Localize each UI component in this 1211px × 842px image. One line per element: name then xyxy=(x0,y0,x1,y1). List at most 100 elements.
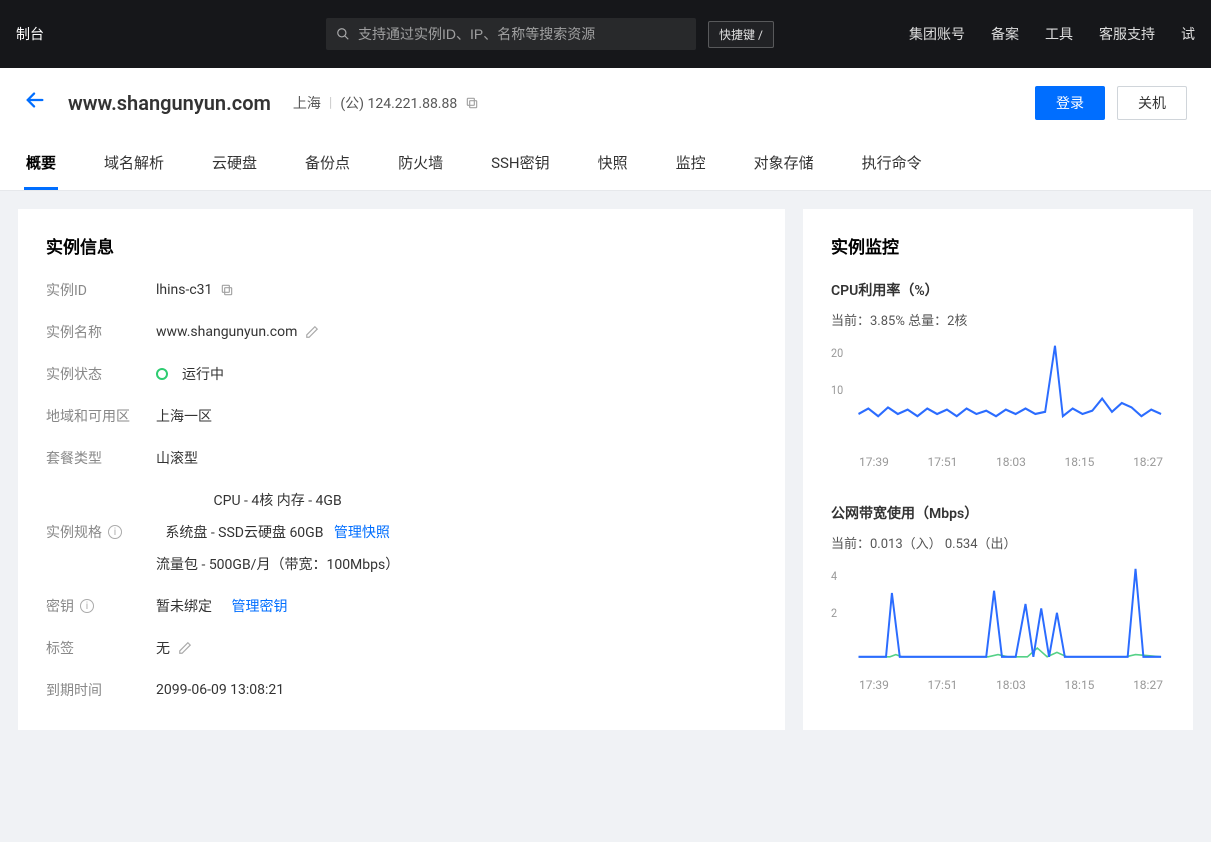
spec-disk: 系统盘 - SSD云硬盘 60GB xyxy=(165,525,323,541)
x-tick: 18:27 xyxy=(1133,678,1163,692)
info-icon[interactable]: i xyxy=(80,599,94,613)
login-button[interactable]: 登录 xyxy=(1035,86,1105,120)
label: 地域和可用区 xyxy=(46,406,156,426)
x-tick: 17:51 xyxy=(928,678,958,692)
bw-x-ticks: 17:39 17:51 18:03 18:15 18:27 xyxy=(831,674,1165,692)
topbar: 制台 快捷键 / 集团账号 备案 工具 客服支持 试 xyxy=(0,0,1211,68)
spec-cpu-mem: CPU - 4核 内存 - 4GB xyxy=(214,490,342,510)
x-tick: 17:51 xyxy=(928,455,958,469)
instance-info-panel: 实例信息 实例ID lhins-c31 实例名称 www.shangunyun.… xyxy=(18,209,785,730)
label: 实例名称 xyxy=(46,322,156,342)
tab-overview[interactable]: 概要 xyxy=(24,142,58,190)
region-label: 上海 xyxy=(293,93,321,113)
manage-key-link[interactable]: 管理密钥 xyxy=(231,596,287,616)
spec-traffic: 流量包 - 500GB/月（带宽：100Mbps） xyxy=(156,554,399,574)
row-package: 套餐类型 山滚型 xyxy=(46,448,757,468)
tab-exec[interactable]: 执行命令 xyxy=(860,142,924,190)
tabs: 概要 域名解析 云硬盘 备份点 防火墙 SSH密钥 快照 监控 对象存储 执行命… xyxy=(24,142,1187,190)
label: 到期时间 xyxy=(46,680,156,700)
x-tick: 18:15 xyxy=(1065,678,1095,692)
shortcut-badge: 快捷键 / xyxy=(708,21,774,48)
y-tick: 10 xyxy=(831,383,843,398)
search-input[interactable] xyxy=(358,26,686,42)
label: 套餐类型 xyxy=(46,448,156,468)
x-tick: 18:15 xyxy=(1065,455,1095,469)
page-title: www.shangunyun.com xyxy=(68,91,271,115)
cpu-chart: 20 10 xyxy=(831,337,1165,447)
status-dot-icon xyxy=(156,368,168,380)
value: www.shangunyun.com xyxy=(156,324,297,340)
row-tag: 标签 无 xyxy=(46,638,757,658)
y-tick: 2 xyxy=(831,606,838,621)
tab-dns[interactable]: 域名解析 xyxy=(102,142,166,190)
label: 实例规格 xyxy=(46,522,102,542)
value: 暂未绑定 xyxy=(156,596,212,616)
tab-firewall[interactable]: 防火墙 xyxy=(396,142,445,190)
tab-snapshot[interactable]: 快照 xyxy=(596,142,630,190)
panel-title: 实例信息 xyxy=(46,233,757,258)
row-instance-id: 实例ID lhins-c31 xyxy=(46,280,757,300)
bw-chart-subtitle: 当前：0.013（入） 0.534（出） xyxy=(831,533,1165,552)
x-tick: 17:39 xyxy=(859,678,889,692)
cpu-chart-title: CPU利用率（%） xyxy=(831,280,1165,300)
content: 实例信息 实例ID lhins-c31 实例名称 www.shangunyun.… xyxy=(0,191,1211,748)
pencil-icon[interactable] xyxy=(178,641,192,655)
console-label: 制台 xyxy=(16,24,326,44)
label: 实例ID xyxy=(46,280,156,300)
ip-label: (公) 124.221.88.88 xyxy=(340,93,457,113)
value: 山滚型 xyxy=(156,448,198,468)
x-tick: 18:03 xyxy=(996,678,1026,692)
panel-title: 实例监控 xyxy=(831,233,1165,258)
info-icon[interactable]: i xyxy=(108,525,122,539)
x-tick: 18:03 xyxy=(996,455,1026,469)
header-actions: 登录 关机 xyxy=(1035,86,1187,120)
manage-snapshot-link[interactable]: 管理快照 xyxy=(334,525,390,541)
value: 上海一区 xyxy=(156,406,212,426)
value: 无 xyxy=(156,638,170,658)
row-spec: 实例规格 i CPU - 4核 内存 - 4GB 系统盘 - SSD云硬盘 60… xyxy=(46,490,757,574)
topbar-link[interactable]: 客服支持 xyxy=(1099,24,1155,44)
bw-chart: 4 2 xyxy=(831,560,1165,670)
x-tick: 17:39 xyxy=(859,455,889,469)
topbar-link[interactable]: 集团账号 xyxy=(909,24,965,44)
search-box[interactable] xyxy=(326,18,696,50)
cpu-chart-subtitle: 当前：3.85% 总量：2核 xyxy=(831,310,1165,329)
value: 2099-06-09 13:08:21 xyxy=(156,682,284,698)
row-status: 实例状态 运行中 xyxy=(46,364,757,384)
pencil-icon[interactable] xyxy=(305,325,319,339)
copy-icon[interactable] xyxy=(465,96,479,110)
value: lhins-c31 xyxy=(156,282,212,298)
bw-in-line xyxy=(859,648,1162,657)
copy-icon[interactable] xyxy=(220,283,234,297)
value: 运行中 xyxy=(182,364,224,384)
label: 实例状态 xyxy=(46,364,156,384)
topbar-links: 集团账号 备案 工具 客服支持 试 xyxy=(909,24,1195,44)
topbar-link[interactable]: 工具 xyxy=(1045,24,1073,44)
tab-sshkey[interactable]: SSH密钥 xyxy=(489,142,552,190)
monitor-panel: 实例监控 CPU利用率（%） 当前：3.85% 总量：2核 20 10 17:3… xyxy=(803,209,1193,730)
back-arrow-icon[interactable] xyxy=(24,89,46,117)
topbar-link[interactable]: 备案 xyxy=(991,24,1019,44)
y-tick: 4 xyxy=(831,568,838,583)
page-header: www.shangunyun.com 上海 | (公) 124.221.88.8… xyxy=(0,68,1211,191)
separator: | xyxy=(329,95,332,111)
cpu-x-ticks: 17:39 17:51 18:03 18:15 18:27 xyxy=(831,451,1165,469)
row-zone: 地域和可用区 上海一区 xyxy=(46,406,757,426)
topbar-link[interactable]: 试 xyxy=(1181,24,1195,44)
tab-monitor[interactable]: 监控 xyxy=(674,142,708,190)
row-key: 密钥 i 暂未绑定 管理密钥 xyxy=(46,596,757,616)
row-expire: 到期时间 2099-06-09 13:08:21 xyxy=(46,680,757,700)
tab-cbs[interactable]: 云硬盘 xyxy=(210,142,259,190)
bw-out-line xyxy=(859,569,1162,657)
header-meta: 上海 | (公) 124.221.88.88 xyxy=(293,93,479,113)
label: 标签 xyxy=(46,638,156,658)
search-icon xyxy=(336,27,350,41)
y-tick: 20 xyxy=(831,345,843,360)
tab-backup[interactable]: 备份点 xyxy=(303,142,352,190)
cpu-line xyxy=(859,346,1162,416)
shutdown-button[interactable]: 关机 xyxy=(1117,86,1187,120)
x-tick: 18:27 xyxy=(1133,455,1163,469)
bw-chart-title: 公网带宽使用（Mbps） xyxy=(831,503,1165,523)
label: 密钥 xyxy=(46,596,74,616)
tab-cos[interactable]: 对象存储 xyxy=(752,142,816,190)
